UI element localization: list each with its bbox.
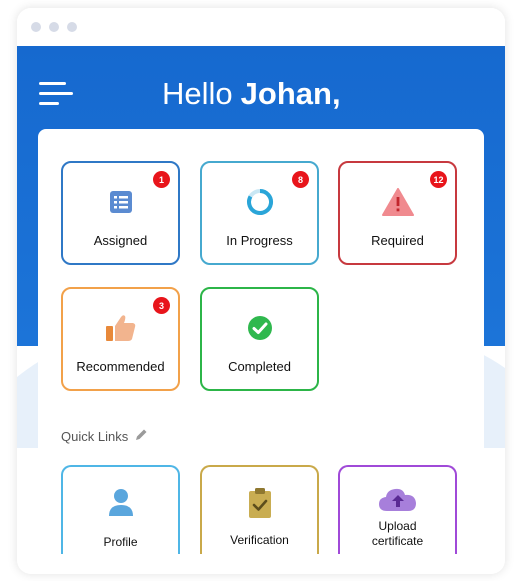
thumbs-up-icon [63,311,178,345]
quick-links-header: Quick Links [61,428,148,445]
tile-label: In Progress [226,233,293,248]
tile-required[interactable]: 12 Required [338,161,457,265]
tile-recommended[interactable]: 3 Recommended [61,287,180,391]
clipboard-check-icon [202,487,317,519]
warning-icon [340,185,455,219]
hamburger-menu-icon[interactable] [39,82,73,106]
window-dot [31,22,41,32]
quick-link-label: Verification [230,533,289,547]
dashboard-card: 1 Assigned 8 In Progress 12 Required 3 R… [38,129,484,574]
user-name: Johan, [240,76,341,111]
tile-label: Assigned [93,233,148,248]
tile-assigned[interactable]: 1 Assigned [61,161,180,265]
tile-completed[interactable]: Completed [200,287,319,391]
check-circle-icon [202,311,317,345]
tile-label: Recommended [76,359,165,374]
quick-link-label-line: certificate [371,534,424,548]
pencil-icon[interactable] [134,428,148,445]
greeting-prefix: Hello [162,76,233,111]
tile-label: Completed [228,359,291,374]
window-dot [49,22,59,32]
bottom-bar [17,554,505,574]
tile-in-progress[interactable]: 8 In Progress [200,161,319,265]
greeting: Hello Johan, [162,76,341,112]
window-dot [67,22,77,32]
window-title-bar [17,8,505,46]
quick-links-title: Quick Links [61,429,129,444]
quick-link-label: Profile [103,535,138,549]
user-icon [63,487,178,517]
list-icon [63,185,178,219]
quick-link-label: Upload certificate [340,519,455,549]
app-window: Hello Johan, 1 Assigned 8 In Progress 12… [17,8,505,574]
progress-ring-icon [202,185,317,219]
quick-link-label-line: Upload [378,519,417,533]
cloud-upload-icon [340,487,455,513]
tile-label: Required [371,233,424,248]
